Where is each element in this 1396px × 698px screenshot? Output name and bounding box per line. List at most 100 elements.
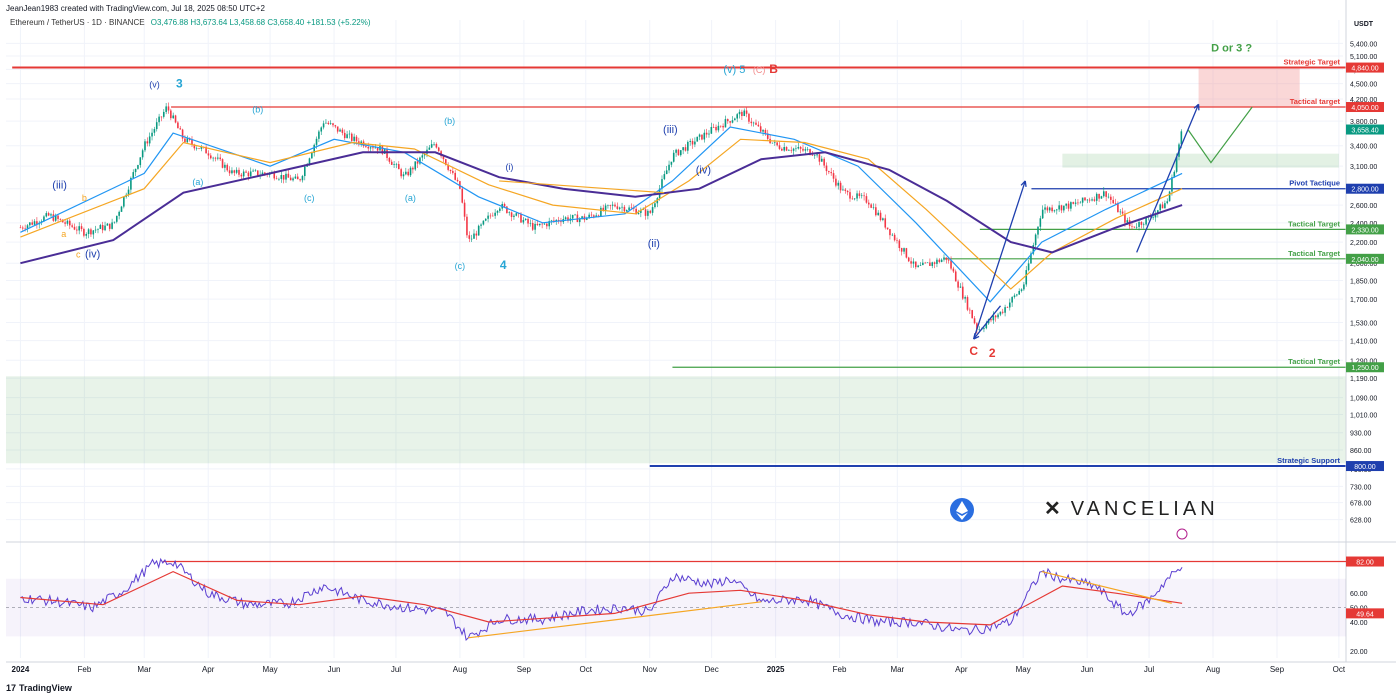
candle-body bbox=[929, 262, 931, 266]
candle-body bbox=[743, 110, 746, 117]
wave-label: (v) 5 bbox=[723, 64, 745, 76]
candle-body bbox=[503, 203, 506, 207]
candle-body bbox=[374, 147, 377, 149]
candle-body bbox=[538, 223, 541, 226]
candle-body bbox=[1171, 177, 1173, 192]
candle-body bbox=[249, 171, 252, 177]
candle-body bbox=[256, 170, 259, 176]
candle-body bbox=[428, 147, 431, 150]
candle-body bbox=[710, 126, 713, 134]
candle-body bbox=[1093, 199, 1096, 201]
candle-body bbox=[851, 198, 854, 200]
candle-body bbox=[792, 148, 795, 151]
candle-body bbox=[228, 170, 231, 174]
candle-body bbox=[155, 122, 158, 130]
candle-body bbox=[644, 209, 647, 216]
candle-body bbox=[952, 268, 955, 272]
candle-body bbox=[936, 259, 938, 264]
candle-body bbox=[181, 129, 184, 139]
candle-body bbox=[969, 309, 971, 311]
candle-body bbox=[961, 286, 964, 299]
candle-body bbox=[301, 176, 304, 181]
candle-body bbox=[47, 213, 50, 216]
candle-body bbox=[799, 147, 802, 149]
candle-body bbox=[630, 207, 633, 209]
candle-body bbox=[184, 138, 186, 143]
candle-body bbox=[409, 167, 412, 176]
candle-body bbox=[1159, 204, 1161, 211]
candle-body bbox=[781, 148, 783, 151]
x-tick-label: 2025 bbox=[767, 665, 785, 674]
x-tick-label: Oct bbox=[580, 665, 593, 674]
x-tick-label: Sep bbox=[517, 665, 532, 674]
candle-body bbox=[400, 169, 402, 177]
candle-body bbox=[679, 150, 682, 156]
candle-body bbox=[823, 158, 825, 166]
candle-body bbox=[668, 164, 670, 171]
price-level-tag-text: 1,250.00 bbox=[1351, 365, 1378, 372]
candle-body bbox=[783, 147, 785, 151]
x-tick-label: May bbox=[263, 665, 278, 674]
candle-body bbox=[449, 169, 452, 172]
tradingview-logo[interactable]: 17 TradingView bbox=[6, 683, 72, 693]
y-tick-label: 628.00 bbox=[1350, 518, 1372, 525]
y-tick-label: 860.00 bbox=[1350, 448, 1372, 455]
candle-body bbox=[1135, 226, 1138, 228]
candle-body bbox=[806, 149, 809, 150]
candle-body bbox=[1126, 220, 1129, 223]
candle-body bbox=[919, 265, 922, 266]
candle-body bbox=[1168, 191, 1171, 202]
candle-body bbox=[207, 153, 210, 156]
candle-body bbox=[1044, 207, 1046, 210]
candle-body bbox=[912, 261, 915, 264]
candle-body bbox=[320, 127, 323, 132]
x-tick-label: Dec bbox=[705, 665, 719, 674]
candle-body bbox=[231, 170, 233, 174]
tradingview-mark: 17 bbox=[6, 683, 17, 693]
candle-body bbox=[430, 144, 433, 148]
candle-body bbox=[764, 129, 767, 134]
y-tick-label: 1,700.00 bbox=[1350, 297, 1377, 304]
candle-body bbox=[571, 214, 574, 219]
candle-body bbox=[510, 212, 513, 217]
wave-label: (iii) bbox=[663, 124, 678, 136]
candle-body bbox=[849, 192, 851, 199]
candle-body bbox=[1001, 311, 1004, 313]
x-tick-label: Oct bbox=[1333, 665, 1346, 674]
candle-body bbox=[839, 182, 842, 191]
candle-body bbox=[762, 129, 764, 132]
candle-body bbox=[842, 189, 844, 191]
candle-body bbox=[931, 262, 934, 266]
candle-body bbox=[1121, 211, 1124, 214]
candle-body bbox=[614, 204, 616, 207]
candle-body bbox=[339, 129, 341, 132]
candle-body bbox=[884, 218, 887, 228]
candle-body bbox=[1065, 203, 1067, 206]
candle-body bbox=[80, 226, 83, 229]
candle-body bbox=[245, 171, 247, 173]
candle-body bbox=[750, 121, 753, 124]
candle-body bbox=[87, 229, 90, 234]
candle-body bbox=[734, 118, 736, 121]
x-tick-label: May bbox=[1016, 665, 1031, 674]
candle-body bbox=[468, 235, 471, 239]
candle-body bbox=[722, 125, 724, 128]
y-tick-label: 5,400.00 bbox=[1350, 41, 1377, 48]
wave-label: (iv) bbox=[696, 164, 711, 176]
candle-body bbox=[966, 297, 969, 310]
candle-body bbox=[92, 230, 95, 235]
candle-body bbox=[609, 204, 612, 206]
price-level-label: Strategic Target bbox=[1283, 58, 1340, 67]
candle-body bbox=[68, 220, 71, 226]
candle-body bbox=[670, 161, 673, 165]
candle-body bbox=[886, 227, 889, 230]
candle-body bbox=[527, 218, 529, 224]
candle-body bbox=[741, 111, 743, 117]
candle-body bbox=[327, 122, 330, 125]
candle-body bbox=[144, 141, 146, 151]
y-tick-label: 1,410.00 bbox=[1350, 339, 1377, 346]
candle-body bbox=[1051, 207, 1053, 212]
candle-body bbox=[1112, 199, 1114, 204]
candle-body bbox=[21, 227, 24, 229]
candle-body bbox=[1138, 221, 1140, 227]
